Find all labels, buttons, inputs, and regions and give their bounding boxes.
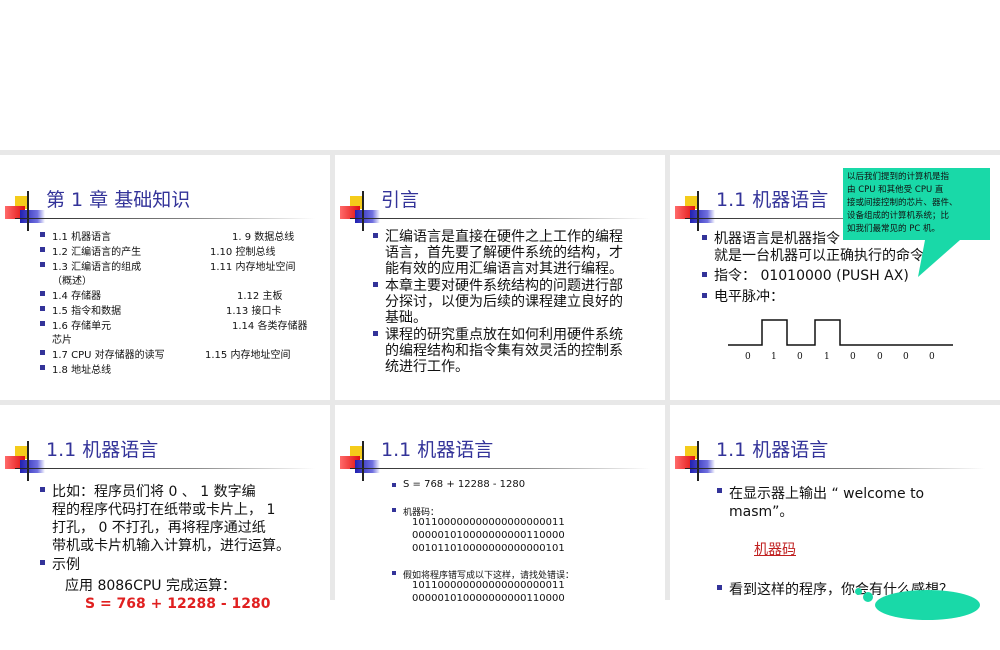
body-line: masm”。 — [729, 504, 794, 520]
toc-item: 1.12 主板 — [237, 291, 283, 302]
slide-title: 引言 — [381, 189, 420, 211]
toc-item: 1.10 控制总线 — [210, 247, 276, 258]
body-line: S = 768 + 12288 - 1280 — [403, 479, 526, 490]
slide-1-thumbnail[interactable]: 第 1 章 基础知识 1.1 机器语言 1.2 汇编语言的产生 1.3 汇编语言… — [0, 155, 330, 400]
toc-item: 1.2 汇编语言的产生 — [52, 247, 142, 258]
toc-item: 1.4 存储器 — [52, 291, 102, 302]
binary-line: 101100000000000000000011 — [412, 580, 565, 591]
body-line: 比如：程序员们将 0 、 1 数字编 — [52, 484, 256, 500]
slide-5-thumbnail[interactable]: 1.1 机器语言 S = 768 + 12288 - 1280 机器码： 101… — [335, 405, 665, 650]
body-line: 带机或卡片机输入计算机，进行运算。 — [52, 538, 290, 554]
toc-item: 1.13 接口卡 — [226, 306, 282, 317]
body-line: 在显示器上输出 “ welcome to — [729, 486, 925, 502]
toc-item: 1.15 内存地址空间 — [205, 350, 291, 361]
toc-item: 1.14 各类存储器 — [232, 321, 308, 332]
machine-code-link[interactable]: 机器码 — [754, 539, 796, 559]
slide-title: 第 1 章 基础知识 — [46, 189, 191, 211]
toc-item: 1. 9 数据总线 — [232, 232, 295, 243]
slide-title: 1.1 机器语言 — [716, 439, 829, 461]
thought-bubble-dot — [863, 592, 873, 602]
body-line: 程的程序代码打在纸带或卡片上， 1 — [52, 502, 276, 518]
toc-item: 1.7 CPU 对存储器的读写 — [52, 350, 165, 361]
slide-4-thumbnail[interactable]: 1.1 机器语言 比如：程序员们将 0 、 1 数字编 程的程序代码打在纸带或卡… — [0, 405, 330, 650]
toc-item: 1.1 机器语言 — [52, 232, 112, 243]
slide-3-thumbnail[interactable]: 1.1 机器语言 机器语言是机器指令 就是一台机器可以正确执行的命令 指令： 0… — [670, 155, 1000, 400]
pulse-waveform — [728, 319, 953, 346]
toc-item: 1.11 内存地址空间 — [210, 262, 296, 273]
binary-line: 001011010000000000000101 — [412, 543, 565, 554]
toc-item: 1.3 汇编语言的组成 — [52, 262, 142, 273]
binary-line: 000001010000000000110000 — [412, 593, 565, 604]
body-line: 示例 — [52, 557, 80, 573]
binary-line: 000001010000000000110000 — [412, 530, 565, 541]
formula-red: S = 768 + 12288 - 1280 — [85, 596, 271, 612]
slide-2-thumbnail[interactable]: 引言 汇编语言是直接在硬件之上工作的编程 语言，首先要了解硬件系统的结构，才 能… — [335, 155, 665, 400]
toc-item: 1.5 指令和数据 — [52, 306, 122, 317]
toc-item: 1.6 存储单元 — [52, 321, 112, 332]
toc-item-wrap: 芯片 — [52, 335, 72, 346]
body-line: 统进行工作。 — [385, 359, 469, 375]
slide-title: 1.1 机器语言 — [381, 439, 494, 461]
slide-title: 1.1 机器语言 — [46, 439, 159, 461]
toc-item: 1.8 地址总线 — [52, 365, 112, 376]
toc-item-wrap: （概述） — [52, 276, 92, 287]
body-line: 应用 8086CPU 完成运算： — [65, 578, 236, 594]
body-line: 打孔， 0 不打孔，再将程序通过纸 — [52, 520, 266, 536]
callout-text: 以后我们提到的计算机是指由 CPU 和其他受 CPU 直接或间接控制的芯片、器件… — [847, 172, 958, 234]
binary-line: 101100000000000000000011 — [412, 517, 565, 528]
thought-bubble-dot — [855, 588, 862, 595]
slide-6-thumbnail[interactable]: 1.1 机器语言 在显示器上输出 “ welcome to masm”。 机器码… — [670, 405, 1000, 650]
thought-bubble — [875, 590, 980, 620]
